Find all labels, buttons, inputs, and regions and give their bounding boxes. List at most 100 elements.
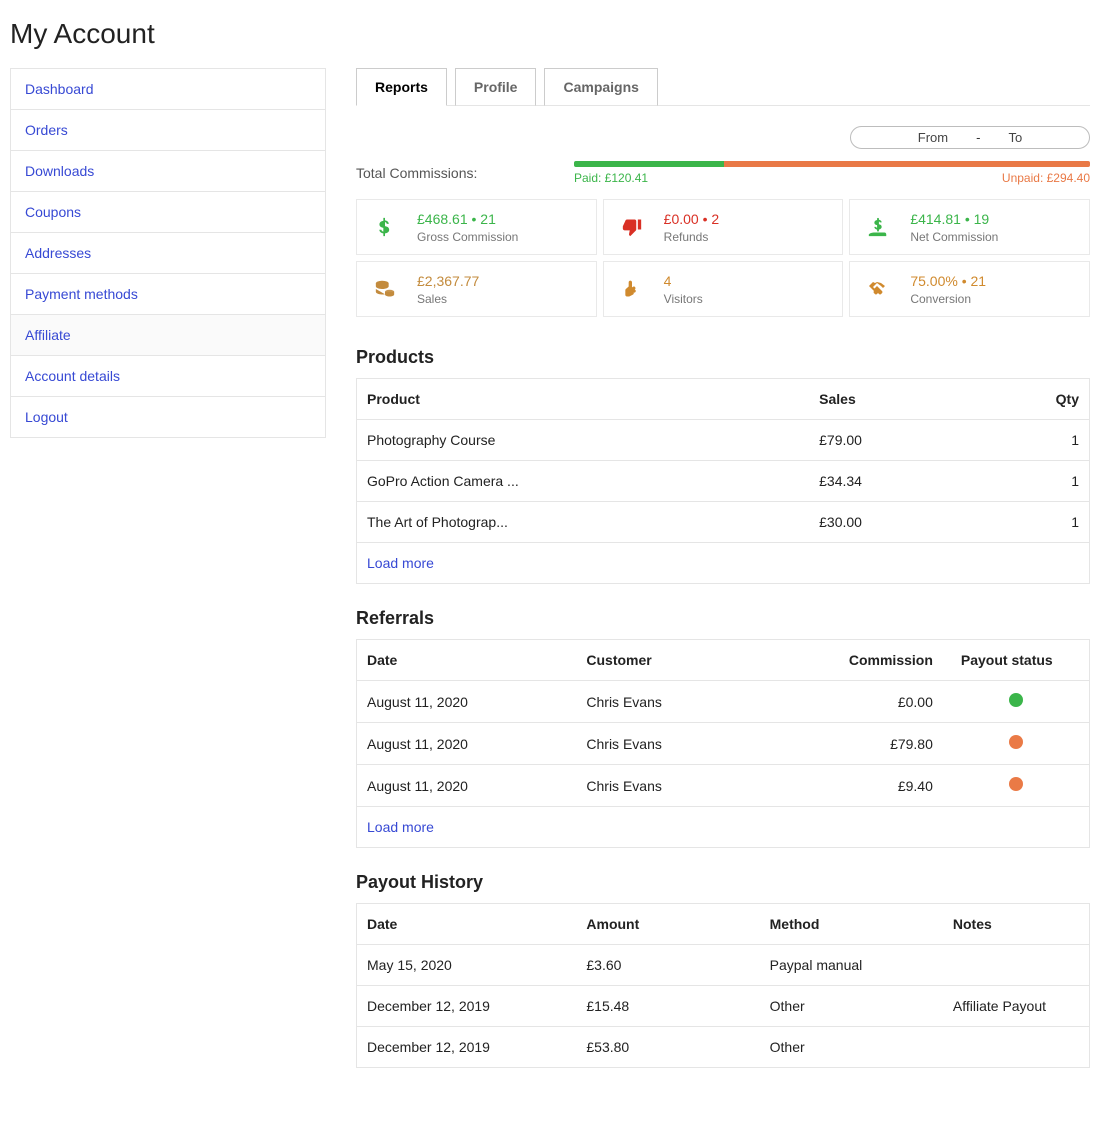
cell-qty: 1 — [974, 420, 1089, 461]
stat-conversion-value: 75.00% • 21 — [910, 273, 986, 289]
hand-money-icon — [864, 213, 892, 241]
stat-conversion: 75.00% • 21 Conversion — [849, 261, 1090, 317]
products-load-more[interactable]: Load more — [357, 543, 1090, 584]
cell-sales: £34.34 — [809, 461, 974, 502]
referrals-load-more[interactable]: Load more — [357, 807, 1090, 848]
status-dot-icon — [1009, 777, 1023, 791]
table-row: December 12, 2019£15.48OtherAffiliate Pa… — [357, 986, 1090, 1027]
cell-date: August 11, 2020 — [357, 765, 577, 807]
coins-icon — [371, 275, 399, 303]
thumbs-down-icon — [618, 213, 646, 241]
products-title: Products — [356, 347, 1090, 368]
cell-status — [943, 723, 1090, 765]
stat-visitors-label: Visitors — [664, 292, 703, 306]
stat-sales-value: £2,367.77 — [417, 273, 479, 289]
col-status: Payout status — [943, 640, 1090, 681]
date-sep: - — [976, 130, 980, 145]
cell-amount: £15.48 — [576, 986, 759, 1027]
stat-net-label: Net Commission — [910, 230, 998, 244]
cell-customer: Chris Evans — [576, 723, 759, 765]
sidebar-item-orders[interactable]: Orders — [11, 110, 325, 151]
cell-commission: £9.40 — [760, 765, 943, 807]
cell-status — [943, 765, 1090, 807]
col-sales: Sales — [809, 379, 974, 420]
cell-sales: £30.00 — [809, 502, 974, 543]
cell-commission: £0.00 — [760, 681, 943, 723]
table-row: August 11, 2020Chris Evans£79.80 — [357, 723, 1090, 765]
col-product: Product — [357, 379, 810, 420]
date-to-label: To — [1008, 130, 1022, 145]
cell-product: The Art of Photograp... — [357, 502, 810, 543]
stat-visitors: 4Visitors — [603, 261, 844, 317]
cell-method: Other — [760, 986, 943, 1027]
payouts-table: Date Amount Method Notes May 15, 2020£3.… — [356, 903, 1090, 1068]
sidebar-item-addresses[interactable]: Addresses — [11, 233, 325, 274]
table-row: GoPro Action Camera ...£34.341 — [357, 461, 1090, 502]
cell-date: August 11, 2020 — [357, 681, 577, 723]
cell-date: December 12, 2019 — [357, 1027, 577, 1068]
hand-pointer-icon — [618, 275, 646, 303]
date-range-picker[interactable]: From - To — [850, 126, 1090, 149]
stat-sales: £2,367.77 Sales — [356, 261, 597, 317]
tab-profile[interactable]: Profile — [455, 68, 537, 106]
cell-amount: £3.60 — [576, 945, 759, 986]
sidebar-item-account-details[interactable]: Account details — [11, 356, 325, 397]
tab-campaigns[interactable]: Campaigns — [544, 68, 657, 106]
cell-method: Paypal manual — [760, 945, 943, 986]
page-title: My Account — [10, 18, 1090, 50]
cell-date: December 12, 2019 — [357, 986, 577, 1027]
cell-method: Other — [760, 1027, 943, 1068]
commissions-bar-paid — [574, 161, 724, 167]
stat-gross-value: £468.61 • 21 — [417, 211, 518, 227]
col-date: Date — [357, 640, 577, 681]
stat-conversion-label: Conversion — [910, 292, 986, 306]
stat-gross: £468.61 • 21 Gross Commission — [356, 199, 597, 255]
referrals-table: Date Customer Commission Payout status A… — [356, 639, 1090, 848]
sidebar-item-dashboard[interactable]: Dashboard — [11, 69, 325, 110]
cell-date: August 11, 2020 — [357, 723, 577, 765]
col-qty: Qty — [974, 379, 1089, 420]
payouts-title: Payout History — [356, 872, 1090, 893]
sidebar-item-downloads[interactable]: Downloads — [11, 151, 325, 192]
table-row: The Art of Photograp...£30.001 — [357, 502, 1090, 543]
stat-refunds-value: £0.00 • 2 — [664, 211, 720, 227]
sidebar-item-affiliate[interactable]: Affiliate — [11, 315, 325, 356]
status-dot-icon — [1009, 693, 1023, 707]
cell-product: Photography Course — [357, 420, 810, 461]
cell-notes — [943, 945, 1090, 986]
tab-reports[interactable]: Reports — [356, 68, 447, 106]
table-row: May 15, 2020£3.60Paypal manual — [357, 945, 1090, 986]
sidebar-item-payment-methods[interactable]: Payment methods — [11, 274, 325, 315]
stat-net-value: £414.81 • 19 — [910, 211, 998, 227]
stat-net: £414.81 • 19 Net Commission — [849, 199, 1090, 255]
commissions-bar-unpaid — [724, 161, 1090, 167]
handshake-icon — [864, 275, 892, 303]
cell-notes: Affiliate Payout — [943, 986, 1090, 1027]
cell-sales: £79.00 — [809, 420, 974, 461]
table-row: August 11, 2020Chris Evans£9.40 — [357, 765, 1090, 807]
sidebar-item-coupons[interactable]: Coupons — [11, 192, 325, 233]
cell-product: GoPro Action Camera ... — [357, 461, 810, 502]
stat-refunds-label: Refunds — [664, 230, 720, 244]
col-customer: Customer — [576, 640, 759, 681]
account-sidebar: DashboardOrdersDownloadsCouponsAddresses… — [10, 68, 326, 438]
stats-grid: £468.61 • 21 Gross Commission £0.00 • 2 Ref… — [356, 199, 1090, 317]
cell-commission: £79.80 — [760, 723, 943, 765]
sidebar-item-logout[interactable]: Logout — [11, 397, 325, 437]
dollar-sign-icon — [371, 213, 399, 241]
cell-status — [943, 681, 1090, 723]
col-amount: Amount — [576, 904, 759, 945]
main-content: ReportsProfileCampaigns From - To Total … — [356, 68, 1090, 1068]
products-table: Product Sales Qty Photography Course£79.… — [356, 378, 1090, 584]
col-payout-date: Date — [357, 904, 577, 945]
col-method: Method — [760, 904, 943, 945]
cell-notes — [943, 1027, 1090, 1068]
status-dot-icon — [1009, 735, 1023, 749]
cell-customer: Chris Evans — [576, 765, 759, 807]
table-row: Photography Course£79.001 — [357, 420, 1090, 461]
table-row: August 11, 2020Chris Evans£0.00 — [357, 681, 1090, 723]
table-row: December 12, 2019£53.80Other — [357, 1027, 1090, 1068]
stat-sales-label: Sales — [417, 292, 479, 306]
paid-label: Paid: £120.41 — [574, 171, 648, 185]
stat-gross-label: Gross Commission — [417, 230, 518, 244]
